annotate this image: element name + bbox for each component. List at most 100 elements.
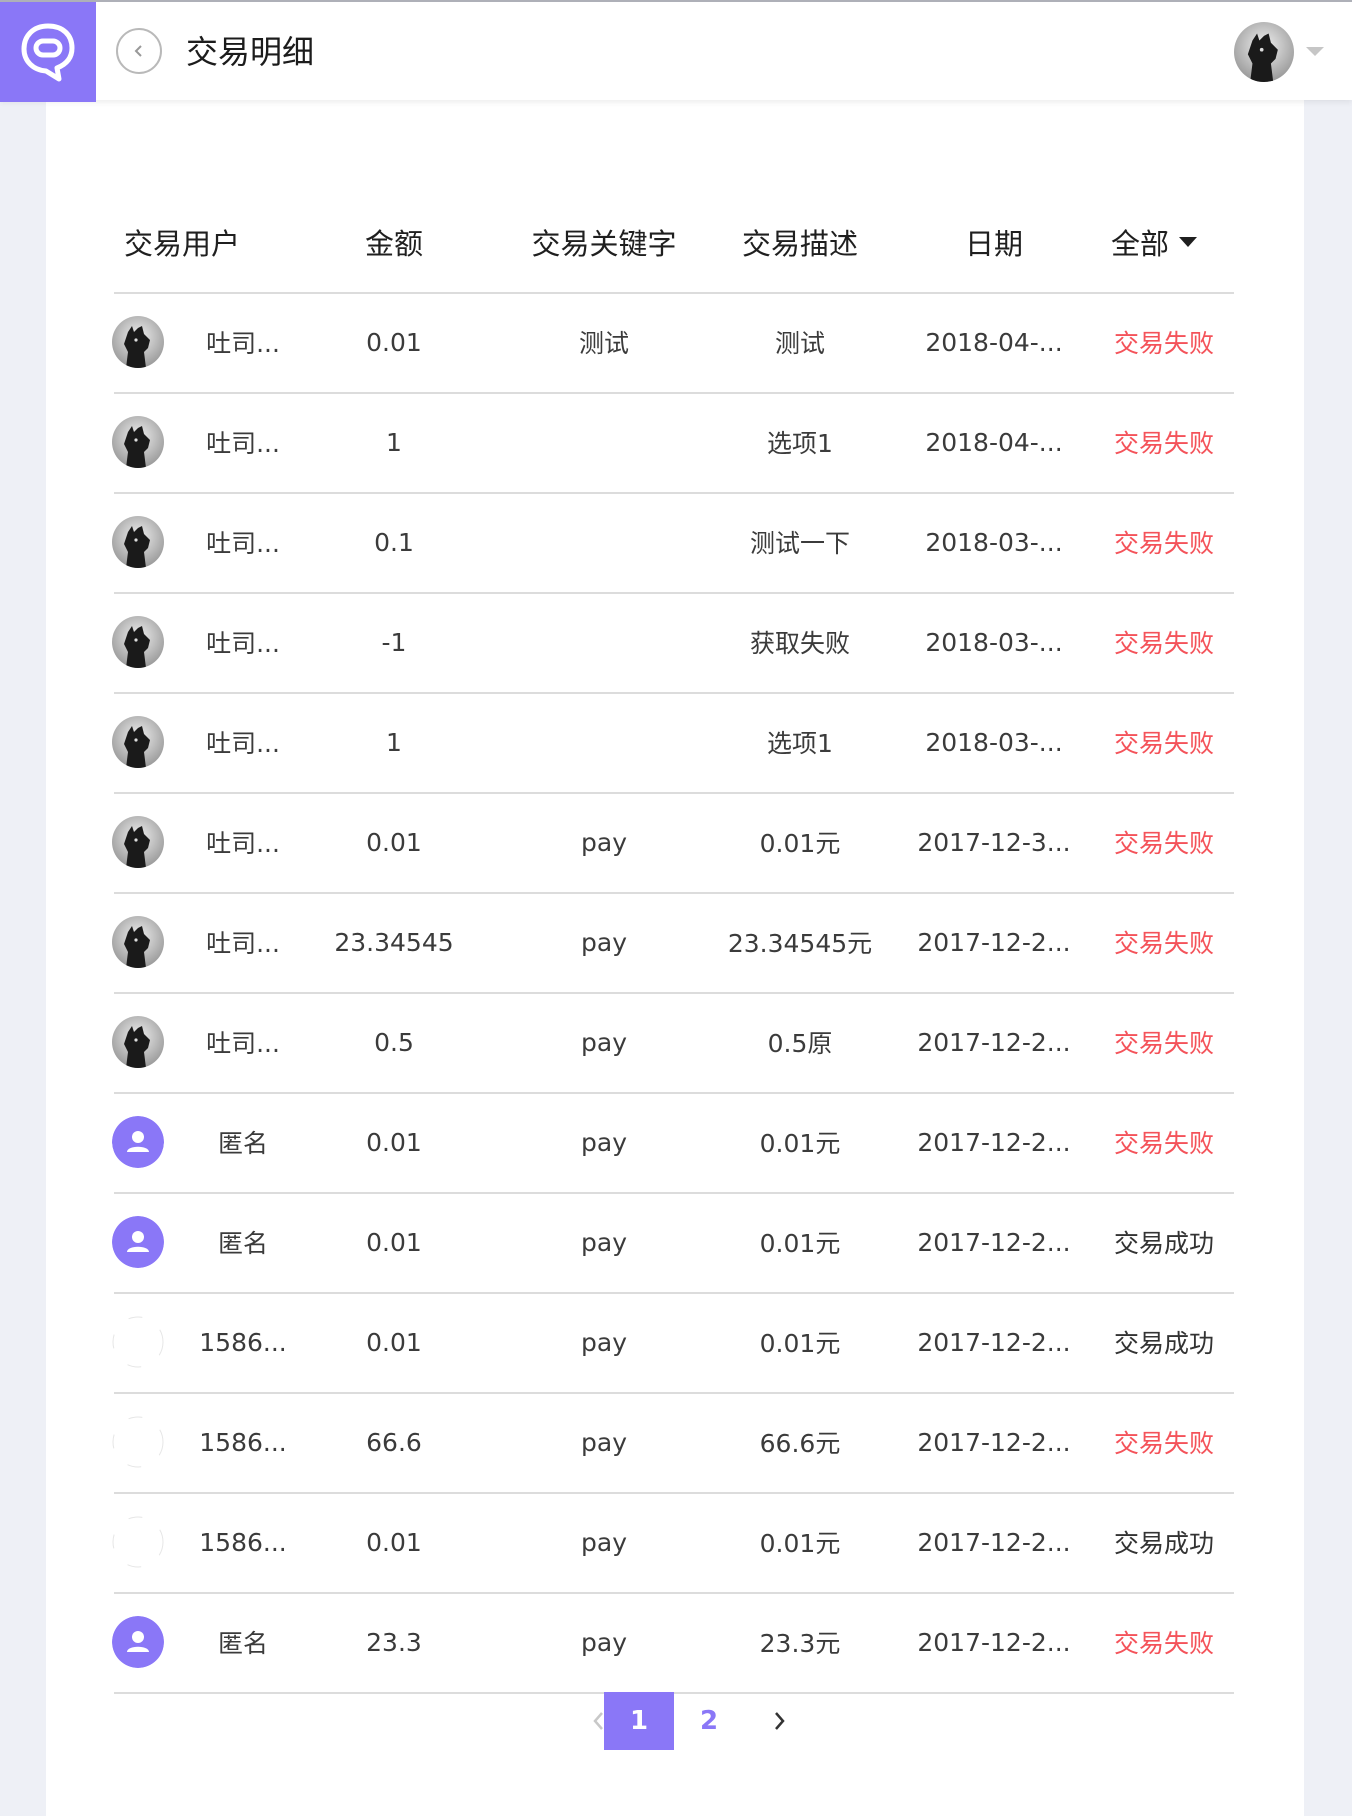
user-name: 1586... bbox=[199, 1527, 287, 1557]
dog-avatar-icon bbox=[112, 816, 164, 868]
status-label: 交易成功 bbox=[1113, 1229, 1214, 1258]
user-name: 吐司... bbox=[206, 629, 280, 658]
dog-avatar-icon bbox=[112, 316, 164, 368]
keyword: pay bbox=[581, 927, 627, 957]
dog-avatar-icon bbox=[112, 916, 164, 968]
caret-down-icon bbox=[1179, 237, 1197, 247]
user-name: 吐司... bbox=[206, 929, 280, 958]
pagination: 1 2 bbox=[46, 1692, 1304, 1752]
table-row[interactable]: 匿名 0.01 pay 0.01元 2017-12-2... 交易成功 bbox=[112, 1192, 1234, 1292]
description: 0.01元 bbox=[759, 829, 841, 858]
keyword: pay bbox=[581, 827, 627, 857]
date: 2017-12-3... bbox=[917, 827, 1071, 857]
user-avatar[interactable] bbox=[1234, 22, 1294, 82]
blank-avatar-icon bbox=[112, 1316, 164, 1368]
date: 2017-12-2... bbox=[917, 1627, 1071, 1657]
page-title: 交易明细 bbox=[186, 33, 315, 71]
dog-avatar-icon bbox=[112, 616, 164, 668]
table-row[interactable]: 1586... 66.6 pay 66.6元 2017-12-2... 交易失败 bbox=[112, 1392, 1234, 1492]
table-row[interactable]: 1586... 0.01 pay 0.01元 2017-12-2... 交易成功 bbox=[112, 1292, 1234, 1392]
description: 测试一下 bbox=[749, 529, 850, 558]
status-label: 交易成功 bbox=[1113, 1529, 1214, 1558]
date: 2017-12-2... bbox=[917, 1327, 1071, 1357]
table-row[interactable]: 吐司... 23.34545 pay 23.34545元 2017-12-2... 交易失… bbox=[112, 892, 1234, 992]
table-row[interactable]: 吐司... 1 选项1 2018-04-... 交易失败 bbox=[112, 392, 1234, 492]
amount: 0.01 bbox=[366, 1227, 422, 1257]
page-button-1[interactable]: 1 bbox=[604, 1692, 674, 1750]
table-header: 交易用户 金额 交易关键字 交易描述 日期 全部 bbox=[114, 192, 1234, 292]
amount: 1 bbox=[386, 727, 402, 757]
table-row[interactable]: 匿名 0.01 pay 0.01元 2017-12-2... 交易失败 bbox=[112, 1092, 1234, 1192]
date: 2017-12-2... bbox=[917, 1027, 1071, 1057]
status-label: 交易失败 bbox=[1113, 429, 1214, 458]
amount: 0.01 bbox=[366, 1527, 422, 1557]
dog-avatar-icon bbox=[112, 416, 164, 468]
amount: 0.5 bbox=[374, 1027, 414, 1057]
blank-avatar-icon bbox=[112, 1516, 164, 1568]
col-header-user: 交易用户 bbox=[123, 227, 240, 261]
keyword: pay bbox=[581, 1627, 627, 1657]
status-label: 交易失败 bbox=[1113, 929, 1214, 958]
col-header-description: 交易描述 bbox=[741, 227, 858, 261]
keyword: pay bbox=[581, 1227, 627, 1257]
status-label: 交易失败 bbox=[1113, 729, 1214, 758]
table-row[interactable]: 吐司... -1 获取失败 2018-03-... 交易失败 bbox=[112, 592, 1234, 692]
date: 2017-12-2... bbox=[917, 1127, 1071, 1157]
back-button[interactable] bbox=[116, 28, 162, 74]
anonymous-user-icon bbox=[112, 1616, 164, 1668]
status-label: 交易失败 bbox=[1113, 629, 1214, 658]
status-filter-dropdown[interactable]: 全部 bbox=[1074, 221, 1234, 263]
description: 0.01元 bbox=[759, 1129, 841, 1158]
table-row[interactable]: 匿名 23.3 pay 23.3元 2017-12-2... 交易失败 bbox=[112, 1592, 1234, 1692]
anonymous-user-icon bbox=[112, 1116, 164, 1168]
date: 2017-12-2... bbox=[917, 927, 1071, 957]
status-label: 交易失败 bbox=[1113, 529, 1214, 558]
status-label: 交易失败 bbox=[1113, 829, 1214, 858]
description: 23.3元 bbox=[759, 1629, 841, 1658]
col-header-date: 日期 bbox=[964, 227, 1023, 261]
description: 获取失败 bbox=[749, 629, 850, 658]
table-row[interactable]: 吐司... 1 选项1 2018-03-... 交易失败 bbox=[112, 692, 1234, 792]
user-menu-caret-icon[interactable] bbox=[1306, 47, 1324, 56]
date: 2017-12-2... bbox=[917, 1227, 1071, 1257]
status-filter-label: 全部 bbox=[1110, 227, 1169, 261]
status-label: 交易失败 bbox=[1113, 1129, 1214, 1158]
table-row[interactable]: 吐司... 0.01 测试 测试 2018-04-... 交易失败 bbox=[112, 292, 1234, 392]
table-row[interactable]: 吐司... 0.01 pay 0.01元 2017-12-3... 交易失败 bbox=[112, 792, 1234, 892]
amount: 0.01 bbox=[366, 827, 422, 857]
table-row[interactable]: 吐司... 0.5 pay 0.5原 2017-12-2... 交易失败 bbox=[112, 992, 1234, 1092]
status-label: 交易成功 bbox=[1113, 1329, 1214, 1358]
dog-avatar-icon bbox=[112, 1016, 164, 1068]
amount: 0.01 bbox=[366, 1127, 422, 1157]
table-row[interactable]: 吐司... 0.1 测试一下 2018-03-... 交易失败 bbox=[112, 492, 1234, 592]
dog-avatar-icon bbox=[112, 516, 164, 568]
amount: -1 bbox=[381, 627, 407, 657]
chevron-right-icon bbox=[775, 1712, 785, 1730]
dog-avatar-icon bbox=[1234, 22, 1294, 82]
app-logo[interactable] bbox=[0, 2, 96, 102]
date: 2017-12-2... bbox=[917, 1527, 1071, 1557]
keyword: pay bbox=[581, 1527, 627, 1557]
description: 测试 bbox=[774, 329, 825, 358]
date: 2018-03-... bbox=[925, 627, 1063, 657]
date: 2018-03-... bbox=[925, 727, 1063, 757]
keyword: 测试 bbox=[578, 329, 629, 358]
chevron-left-icon bbox=[134, 45, 142, 57]
description: 23.34545元 bbox=[727, 929, 873, 958]
next-page-button[interactable] bbox=[744, 1692, 814, 1750]
user-name: 吐司... bbox=[206, 429, 280, 458]
table-row[interactable]: 1586... 0.01 pay 0.01元 2017-12-2... 交易成功 bbox=[112, 1492, 1234, 1592]
date: 2017-12-2... bbox=[917, 1427, 1071, 1457]
status-label: 交易失败 bbox=[1113, 1429, 1214, 1458]
description: 0.01元 bbox=[759, 1329, 841, 1358]
description: 选项1 bbox=[767, 729, 833, 758]
amount: 23.3 bbox=[366, 1627, 422, 1657]
anonymous-user-icon bbox=[112, 1216, 164, 1268]
page-button-2[interactable]: 2 bbox=[674, 1692, 744, 1750]
user-name: 1586... bbox=[199, 1427, 287, 1457]
col-header-amount: 金额 bbox=[364, 227, 423, 261]
user-name: 吐司... bbox=[206, 529, 280, 558]
amount: 23.34545 bbox=[334, 927, 454, 957]
description: 66.6元 bbox=[759, 1429, 841, 1458]
description: 0.5原 bbox=[767, 1029, 833, 1058]
